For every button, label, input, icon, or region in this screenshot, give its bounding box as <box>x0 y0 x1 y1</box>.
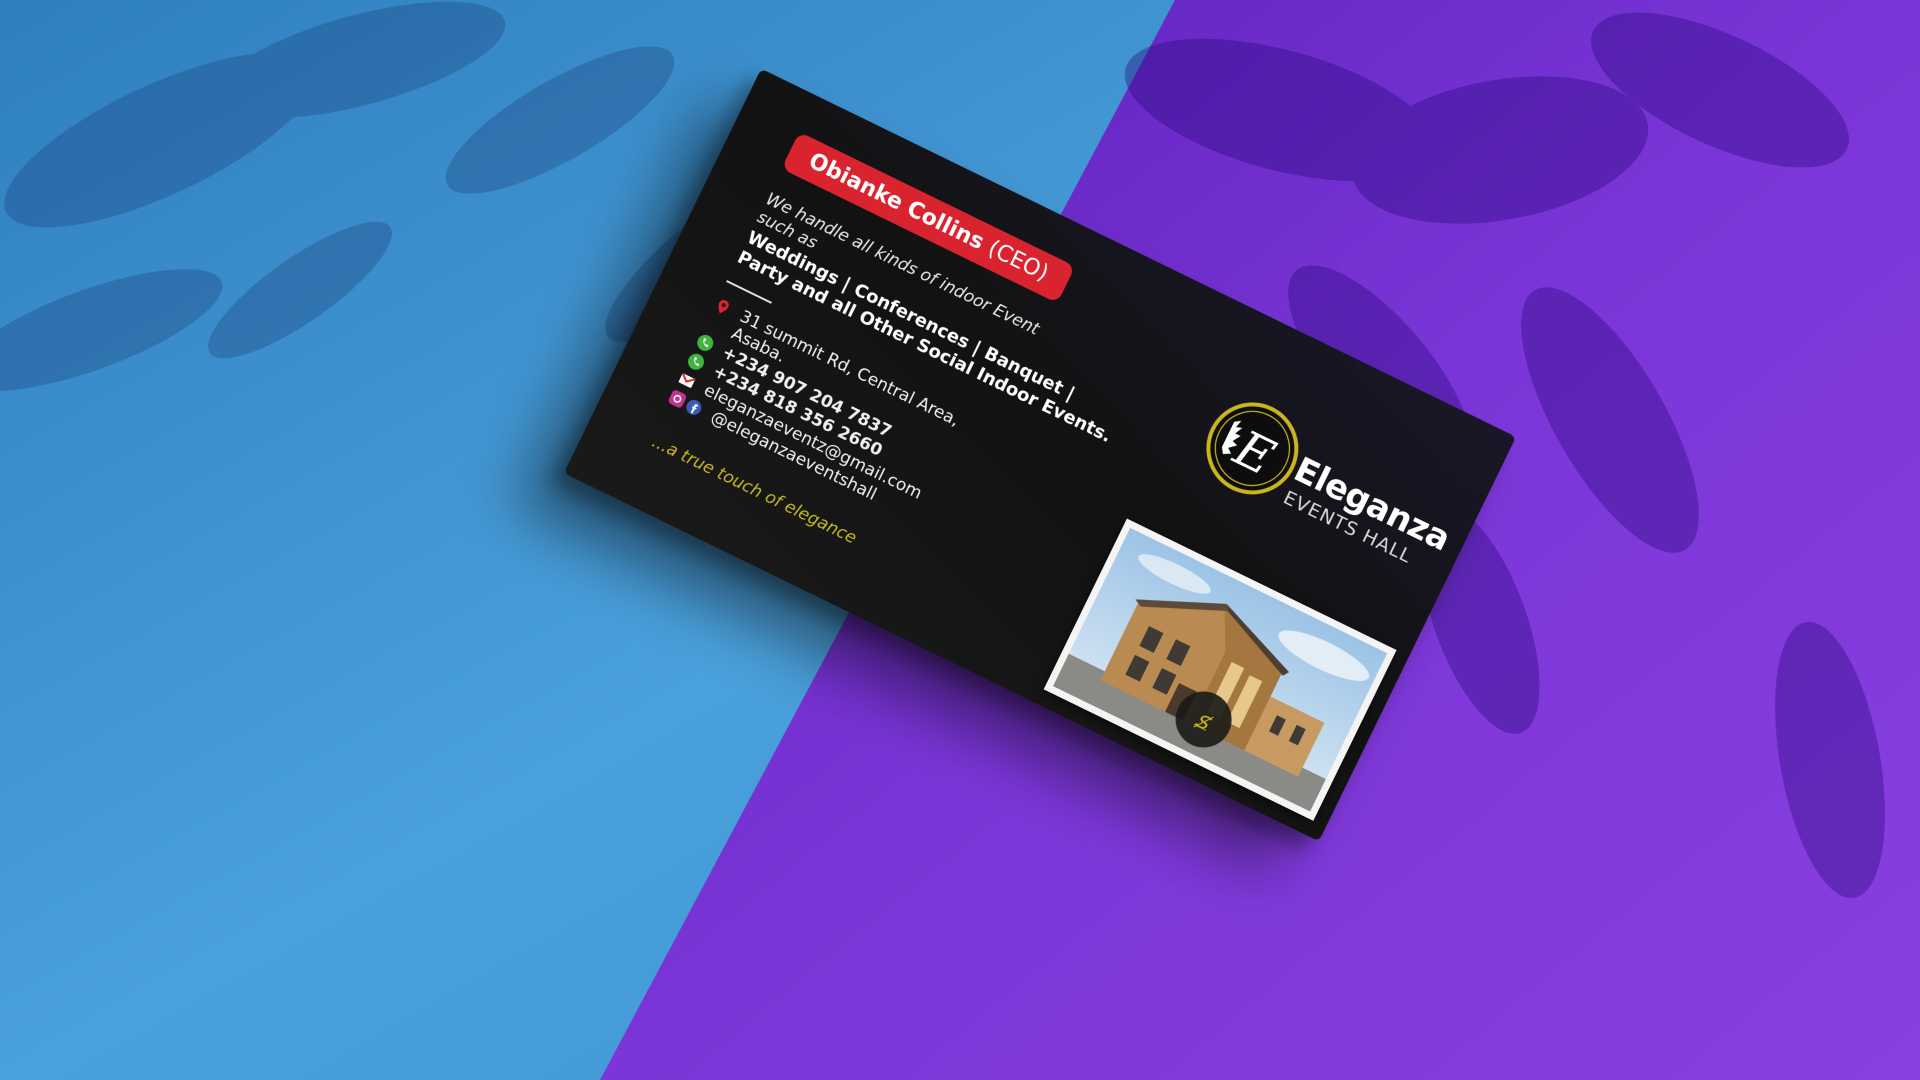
map-pin-icon <box>712 296 733 317</box>
mail-icon <box>676 370 697 391</box>
mockup-scene: Obianke Collins (CEO) We handle all kind… <box>0 0 1920 1080</box>
person-role: (CEO) <box>983 236 1053 287</box>
instagram-icon <box>668 390 687 408</box>
phone-icon <box>685 351 706 372</box>
phone-icon <box>695 332 716 353</box>
divider <box>726 280 772 304</box>
